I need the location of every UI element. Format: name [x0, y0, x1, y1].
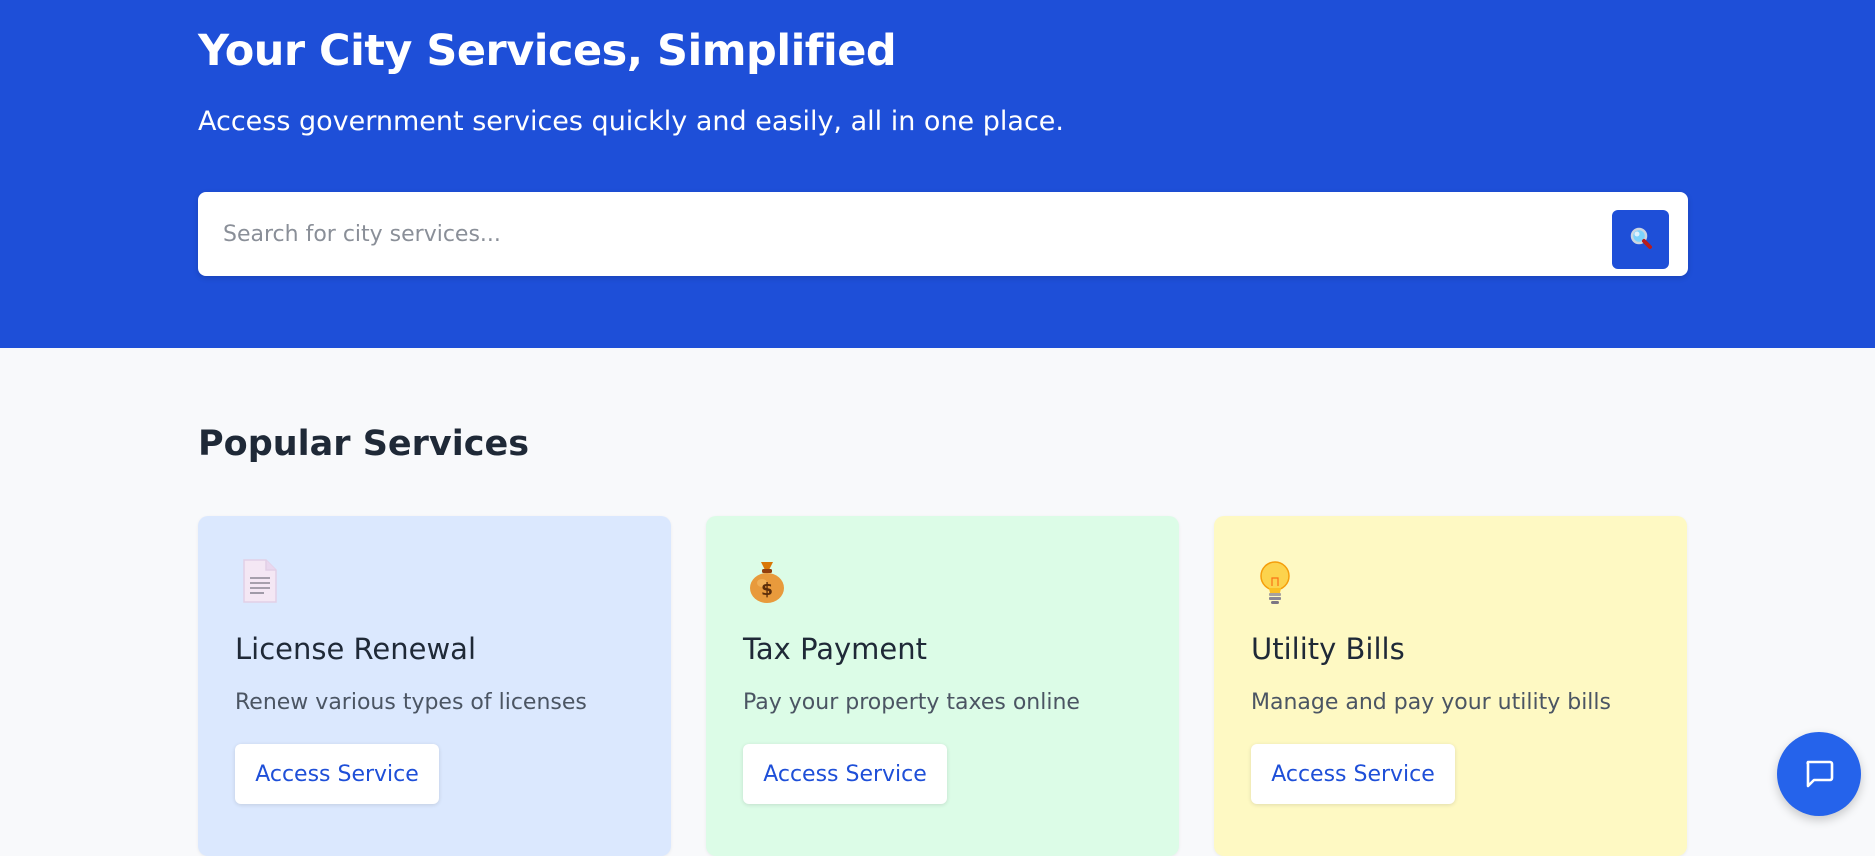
access-service-button[interactable]: Access Service: [1251, 744, 1455, 804]
hero-subtitle: Access government services quickly and e…: [198, 106, 1064, 137]
search-bar: [198, 192, 1688, 276]
money-bag-icon: $: [742, 556, 792, 606]
service-card-license-renewal: License Renewal Renew various types of l…: [198, 516, 671, 856]
card-title: Tax Payment: [743, 632, 928, 666]
card-description: Manage and pay your utility bills: [1251, 690, 1611, 715]
chat-bubble-icon: [1801, 755, 1837, 794]
document-icon: [234, 556, 284, 606]
card-description: Pay your property taxes online: [743, 690, 1080, 715]
hero-banner: Your City Services, Simplified Access go…: [0, 0, 1875, 348]
access-service-button[interactable]: Access Service: [235, 744, 439, 804]
card-title: Utility Bills: [1251, 632, 1405, 666]
service-card-utility-bills: Utility Bills Manage and pay your utilit…: [1214, 516, 1687, 856]
chat-button[interactable]: [1777, 732, 1861, 816]
hero-title: Your City Services, Simplified: [198, 26, 897, 76]
access-service-button[interactable]: Access Service: [743, 744, 947, 804]
light-bulb-icon: [1250, 556, 1300, 606]
svg-text:$: $: [761, 580, 773, 600]
search-button[interactable]: [1612, 210, 1669, 269]
card-title: License Renewal: [235, 632, 477, 666]
service-card-tax-payment: $ Tax Payment Pay your property taxes on…: [706, 516, 1179, 856]
search-icon: [1628, 225, 1654, 254]
section-title-popular-services: Popular Services: [198, 424, 530, 464]
search-input[interactable]: [198, 192, 1578, 276]
card-description: Renew various types of licenses: [235, 690, 587, 715]
